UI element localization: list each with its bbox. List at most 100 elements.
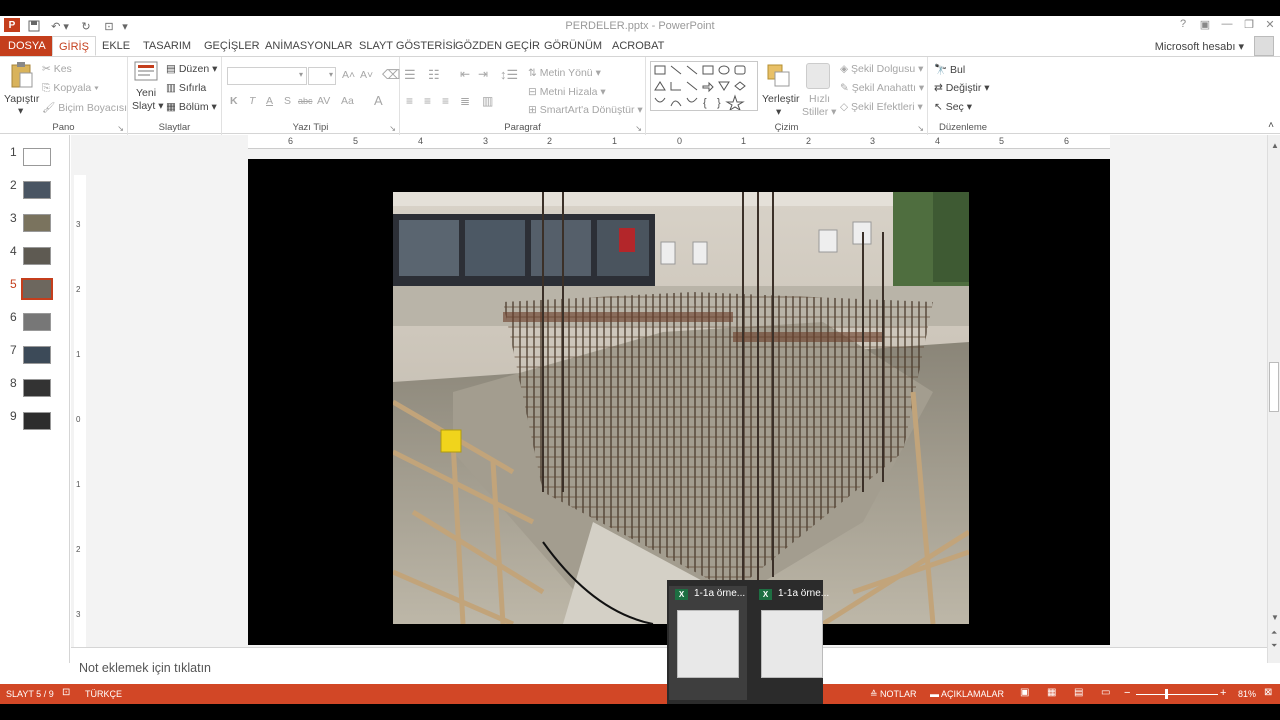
scroll-up-icon[interactable]: ▲ <box>1271 141 1279 150</box>
zoom-slider-thumb[interactable] <box>1165 689 1168 699</box>
drawing-launcher-icon[interactable]: ↘ <box>917 124 924 133</box>
reading-view-icon[interactable]: ▤ <box>1074 687 1083 698</box>
vertical-scrollbar[interactable]: ▲ ▼ ⏶ ⏷ <box>1267 135 1280 663</box>
quick-styles-line1[interactable]: Hızlı <box>809 93 830 105</box>
font-launcher-icon[interactable]: ↘ <box>389 124 396 133</box>
pano-launcher-icon[interactable]: ↘ <box>117 124 124 133</box>
tab-acrobat[interactable]: ACROBAT <box>606 36 670 56</box>
quick-styles-icon[interactable] <box>806 63 830 89</box>
previous-slide-icon[interactable]: ⏶ <box>1271 628 1277 638</box>
bold-button[interactable]: K <box>230 95 238 107</box>
font-size-input[interactable]: ▾ <box>308 67 336 85</box>
excel-window-preview-2[interactable]: X 1-1a örne... <box>753 586 831 700</box>
decrease-indent-icon[interactable]: ⇤ <box>460 67 470 81</box>
close-icon[interactable]: ✕ <box>1261 18 1279 34</box>
columns-icon[interactable]: ▥ <box>482 94 493 108</box>
tab-tasarim[interactable]: TASARIM <box>137 36 197 56</box>
tab-slayt-gosterisi[interactable]: SLAYT GÖSTERİSİ <box>353 36 462 56</box>
restore-icon[interactable]: ❐ <box>1240 18 1258 34</box>
cut-button[interactable]: ✂ Kes <box>42 63 72 75</box>
paste-dropdown-icon[interactable]: ▾ <box>18 105 23 117</box>
language-indicator[interactable]: TÜRKÇE <box>85 689 122 699</box>
arrange-button[interactable]: Yerleştir <box>762 93 800 105</box>
tab-gorunum[interactable]: GÖRÜNÜM <box>538 36 608 56</box>
grow-font-icon[interactable]: A˄ <box>342 69 355 81</box>
reset-button[interactable]: ▥ Sıfırla <box>166 82 206 94</box>
slideshow-view-icon[interactable]: ▭ <box>1101 687 1110 698</box>
tab-animasyonlar[interactable]: ANİMASYONLAR <box>259 36 358 56</box>
smartart-button[interactable]: ⊞ SmartArt'a Dönüştür ▾ <box>528 104 643 116</box>
align-right-icon[interactable]: ≡ <box>442 94 449 108</box>
format-painter-button[interactable]: 🖌 Biçim Boyacısı <box>42 101 127 114</box>
shape-fill-button[interactable]: ◈ Şekil Dolgusu ▾ <box>840 63 923 75</box>
construction-site-photo[interactable] <box>393 192 969 624</box>
font-color-button[interactable]: A <box>374 93 383 108</box>
find-button[interactable]: 🔭 Bul <box>934 63 965 76</box>
align-text-button[interactable]: ⊟ Metni Hizala ▾ <box>528 86 606 98</box>
new-slide-icon[interactable] <box>134 61 158 83</box>
text-direction-button[interactable]: ⇅ Metin Yönü ▾ <box>528 67 601 79</box>
tab-dosya[interactable]: DOSYA <box>0 36 54 56</box>
zoom-out-icon[interactable]: − <box>1124 687 1130 699</box>
tab-gozden-gecir[interactable]: GÖZDEN GEÇİR <box>449 36 546 56</box>
excel-window-preview-1[interactable]: X 1-1a örne... <box>669 586 747 700</box>
collapse-ribbon-icon[interactable]: ˄ <box>1268 120 1274 131</box>
ribbon-display-options-icon[interactable]: ▣ <box>1196 18 1214 34</box>
select-button[interactable]: ↖ Seç ▾ <box>934 101 972 113</box>
fit-to-window-icon[interactable]: ⊠ <box>1264 687 1272 698</box>
slide-thumb-3[interactable]: 3 <box>0 211 70 233</box>
paste-button[interactable]: Yapıştır <box>4 93 39 105</box>
line-spacing-icon[interactable]: ↕☰ <box>500 67 518 83</box>
justify-icon[interactable]: ≣ <box>460 94 470 108</box>
new-slide-button[interactable]: Slayt ▾ <box>132 100 164 112</box>
scroll-thumb[interactable] <box>1269 362 1279 412</box>
slide-thumb-5[interactable]: 5 <box>0 277 70 300</box>
align-left-icon[interactable]: ≡ <box>406 94 413 108</box>
slide-sorter-icon[interactable]: ▦ <box>1047 687 1056 698</box>
zoom-in-icon[interactable]: + <box>1220 687 1226 699</box>
arrange-icon[interactable] <box>766 63 792 89</box>
normal-view-icon[interactable]: ▣ <box>1020 687 1029 698</box>
strikethrough-button[interactable]: abc <box>298 96 313 106</box>
numbering-icon[interactable]: ☷ <box>428 67 440 83</box>
current-slide[interactable] <box>248 159 1110 645</box>
minimize-icon[interactable]: — <box>1218 18 1236 34</box>
avatar[interactable] <box>1254 36 1274 56</box>
quick-styles-button[interactable]: Stiller ▾ <box>802 106 836 118</box>
change-case-button[interactable]: Aa <box>341 95 354 107</box>
tab-giris[interactable]: GİRİŞ <box>52 36 96 56</box>
slide-thumb-9[interactable]: 9 <box>0 409 70 431</box>
zoom-slider[interactable] <box>1136 694 1218 695</box>
notes-toggle[interactable]: ≙ NOTLAR <box>870 689 917 700</box>
comments-toggle[interactable]: ▬ AÇIKLAMALAR <box>930 689 1004 699</box>
section-button[interactable]: ▦ Bölüm ▾ <box>166 101 217 113</box>
clear-formatting-icon[interactable]: ⌫ <box>382 67 400 83</box>
slide-thumb-6[interactable]: 6 <box>0 310 70 332</box>
spell-check-icon[interactable]: ⊡ <box>62 687 70 698</box>
help-icon[interactable]: ? <box>1174 18 1192 34</box>
paragraph-launcher-icon[interactable]: ↘ <box>635 124 642 133</box>
shrink-font-icon[interactable]: A˅ <box>360 69 373 81</box>
account-link[interactable]: Microsoft hesabı ▾ <box>1155 40 1244 53</box>
zoom-level[interactable]: 81% <box>1238 689 1256 699</box>
bullets-icon[interactable]: ☰ <box>404 67 416 83</box>
align-center-icon[interactable]: ≡ <box>424 94 431 108</box>
slide-thumb-1[interactable]: 1 <box>0 145 70 167</box>
replace-button[interactable]: ⇄ Değiştir ▾ <box>934 82 990 94</box>
shapes-gallery[interactable]: {} <box>650 61 758 112</box>
scroll-down-icon[interactable]: ▼ <box>1271 613 1279 622</box>
slide-thumb-8[interactable]: 8 <box>0 376 70 398</box>
new-slide-line1[interactable]: Yeni <box>136 87 156 99</box>
italic-button[interactable]: T <box>249 95 255 107</box>
shadow-button[interactable]: S <box>284 95 291 107</box>
shape-outline-button[interactable]: ✎ Şekil Anahattı ▾ <box>840 82 924 94</box>
layout-button[interactable]: ▤ Düzen ▾ <box>166 63 217 75</box>
slide-thumb-4[interactable]: 4 <box>0 244 70 266</box>
tab-ekle[interactable]: EKLE <box>96 36 136 56</box>
slide-thumb-7[interactable]: 7 <box>0 343 70 365</box>
next-slide-icon[interactable]: ⏷ <box>1271 641 1277 651</box>
shape-effects-button[interactable]: ◇ Şekil Efektleri ▾ <box>840 101 923 113</box>
underline-button[interactable]: A <box>266 95 273 107</box>
copy-button[interactable]: ⎘ Kopyala ▾ <box>42 82 99 95</box>
slide-thumb-2[interactable]: 2 <box>0 178 70 200</box>
